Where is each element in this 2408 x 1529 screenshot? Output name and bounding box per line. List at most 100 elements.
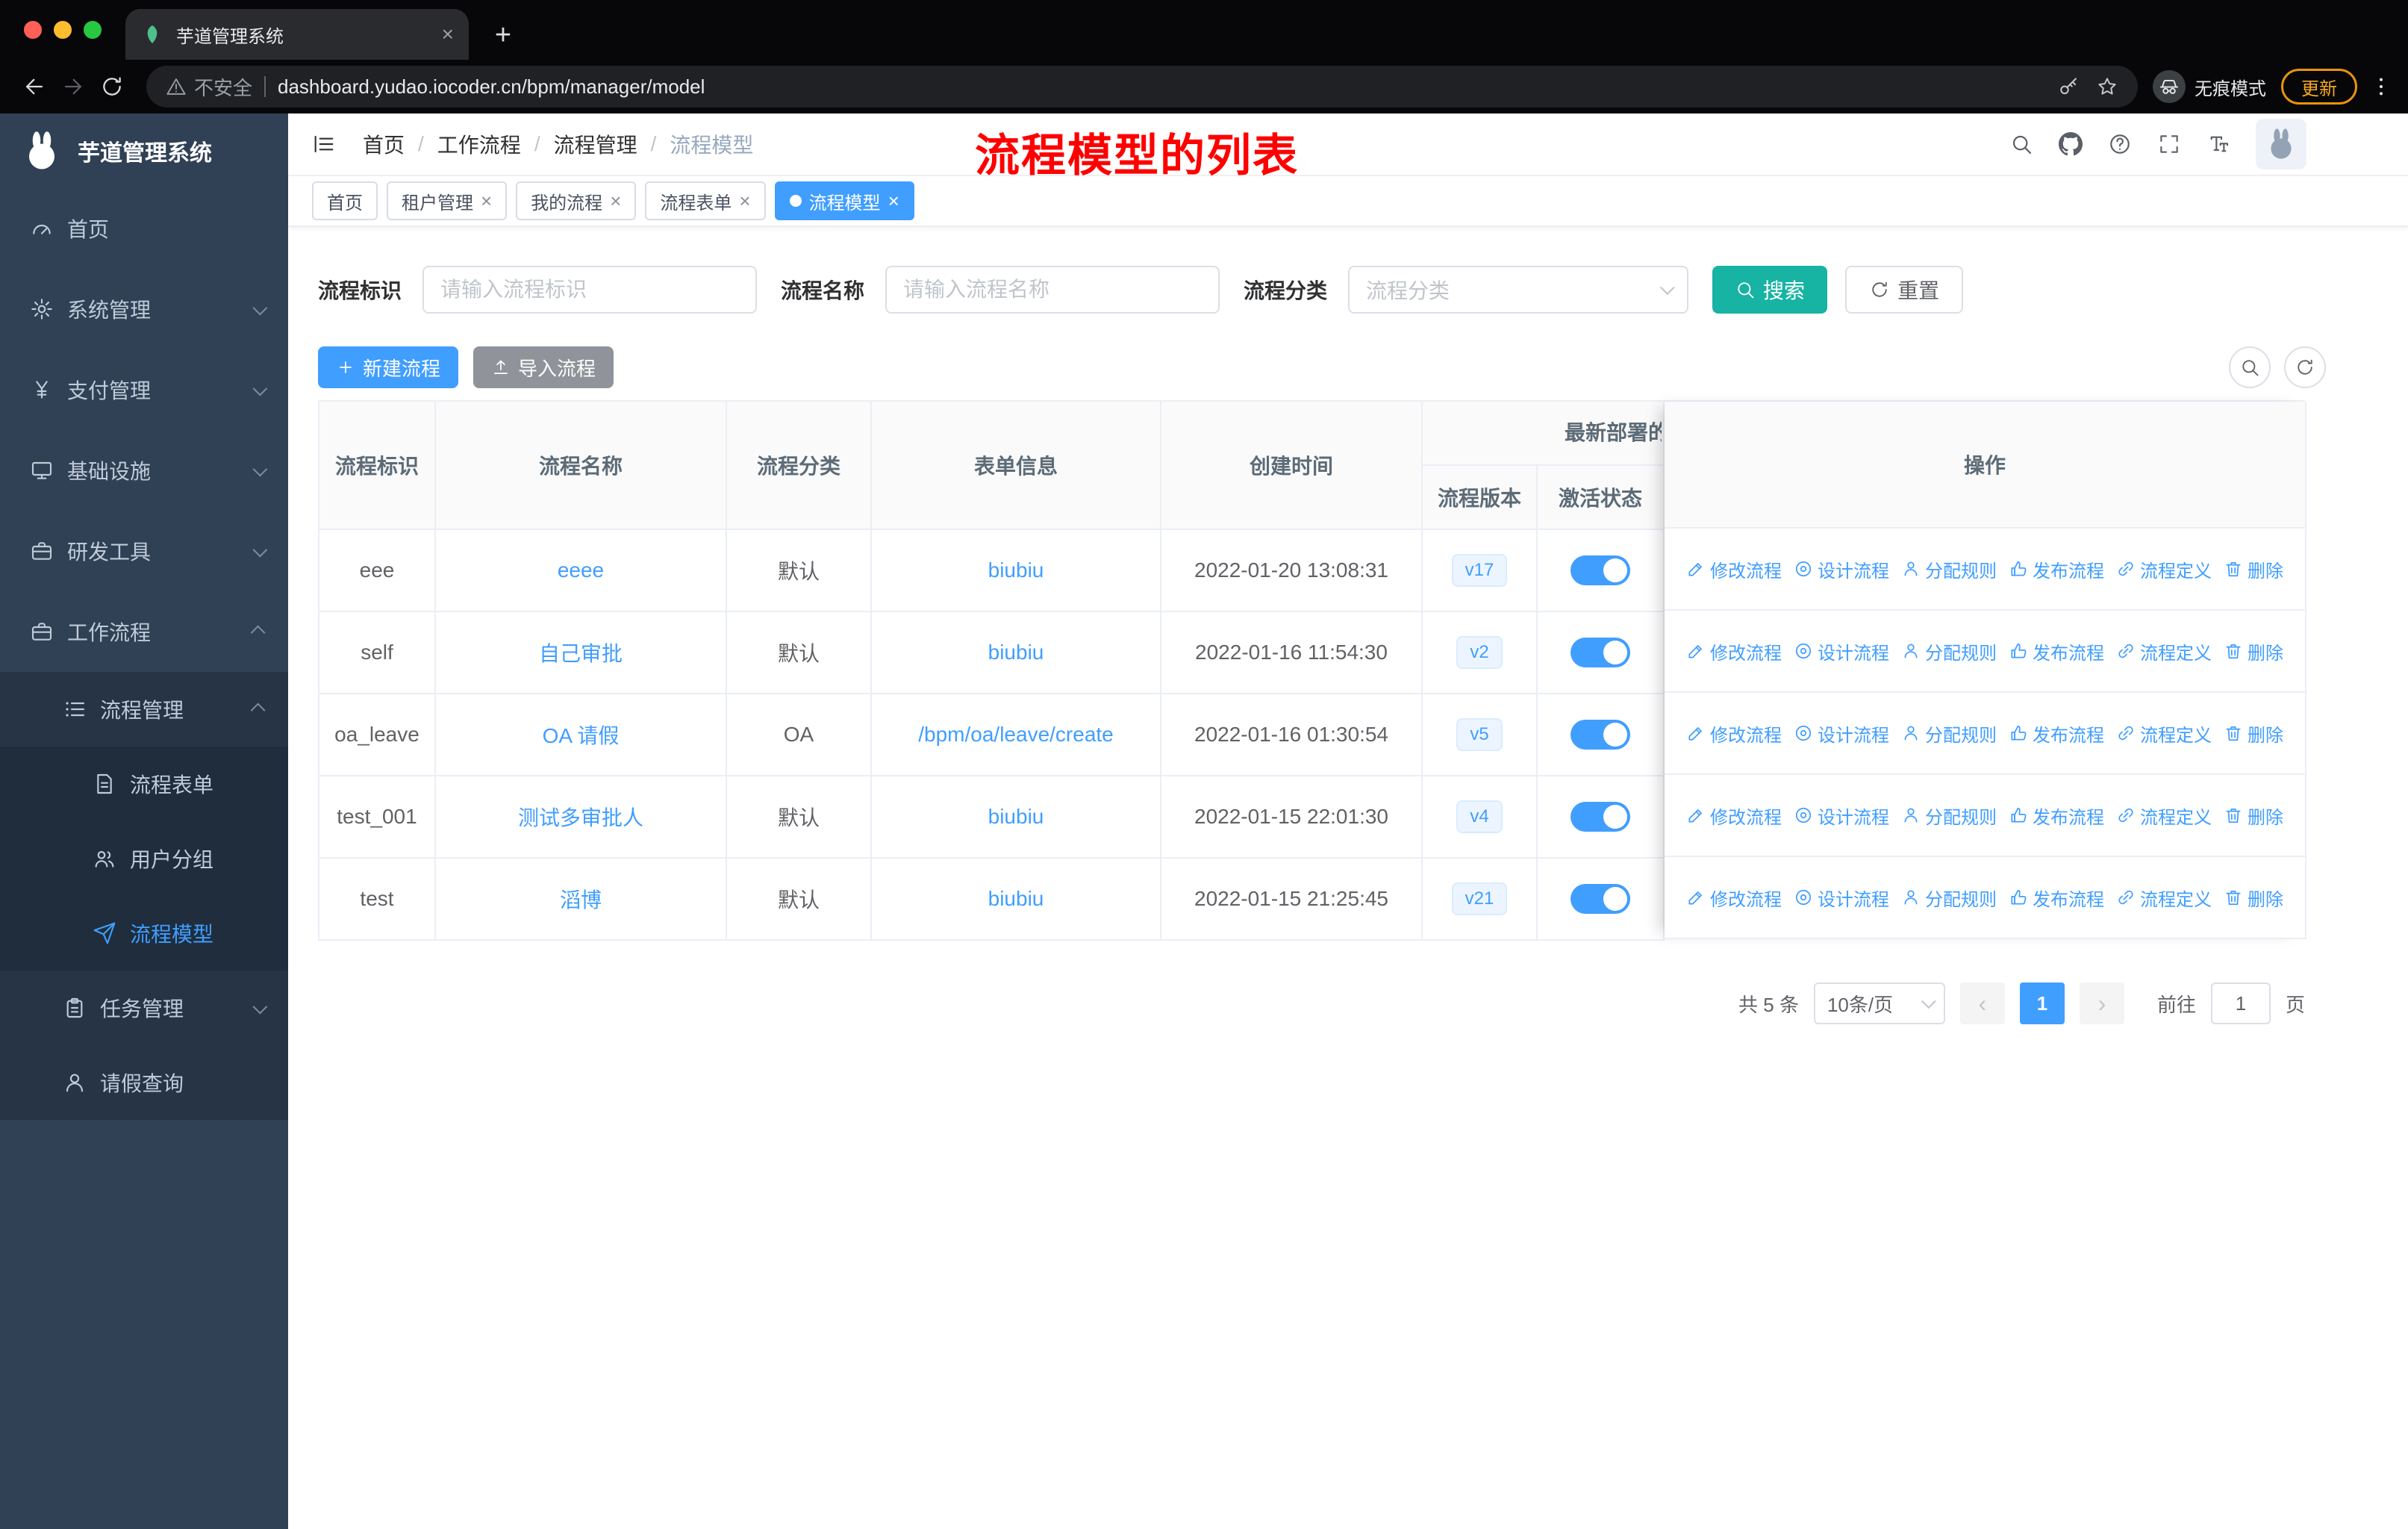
- address-bar[interactable]: 不安全 dashboard.yudao.iocoder.cn/bpm/manag…: [146, 66, 2138, 108]
- cell-form-info-link[interactable]: biubiu: [872, 612, 1161, 694]
- op-definition-link[interactable]: 流程定义: [2116, 885, 2212, 911]
- goto-page-input[interactable]: [2210, 983, 2271, 1024]
- breadcrumb-process-management[interactable]: 流程管理: [554, 129, 637, 159]
- cell-process-name-link[interactable]: 自己审批: [436, 612, 727, 694]
- op-modify-link[interactable]: 修改流程: [1686, 638, 1782, 664]
- op-publish-link[interactable]: 发布流程: [2009, 638, 2104, 664]
- breadcrumb-workflow[interactable]: 工作流程: [437, 129, 521, 159]
- bookmark-star-icon[interactable]: [2096, 75, 2118, 98]
- tag-my-process[interactable]: 我的流程 ×: [516, 181, 637, 220]
- cell-form-info-link[interactable]: biubiu: [872, 859, 1161, 941]
- show-search-button[interactable]: [2229, 346, 2271, 388]
- current-page-button[interactable]: 1: [2019, 983, 2065, 1024]
- sidebar-item-system[interactable]: 系统管理: [0, 269, 288, 349]
- new-tab-button[interactable]: +: [487, 21, 520, 49]
- import-process-button[interactable]: 导入流程: [473, 346, 614, 388]
- tag-process-model[interactable]: 流程模型 ×: [774, 181, 914, 220]
- op-assign-rule-link[interactable]: 分配规则: [1901, 803, 1997, 829]
- cell-form-info-link[interactable]: biubiu: [872, 530, 1161, 612]
- close-icon[interactable]: ×: [888, 191, 899, 211]
- op-design-link[interactable]: 设计流程: [1794, 720, 1889, 747]
- sidebar-item-leave-query[interactable]: 请假查询: [0, 1045, 288, 1120]
- sidebar-item-process-model[interactable]: 流程模型: [0, 896, 288, 971]
- status-toggle[interactable]: [1570, 555, 1630, 585]
- op-delete-link[interactable]: 删除: [2224, 720, 2283, 747]
- password-key-icon[interactable]: [2057, 75, 2080, 98]
- op-definition-link[interactable]: 流程定义: [2116, 720, 2212, 747]
- tag-tenant-management[interactable]: 租户管理 ×: [387, 181, 508, 220]
- op-design-link[interactable]: 设计流程: [1794, 638, 1889, 664]
- close-window-button[interactable]: [24, 21, 42, 39]
- help-icon[interactable]: [2108, 132, 2132, 156]
- op-modify-link[interactable]: 修改流程: [1686, 885, 1782, 911]
- op-publish-link[interactable]: 发布流程: [2009, 720, 2104, 747]
- process-category-select[interactable]: 流程分类: [1348, 266, 1689, 314]
- forward-icon[interactable]: [54, 67, 93, 106]
- sidebar-item-devtools[interactable]: 研发工具: [0, 511, 288, 591]
- sidebar-item-task-management[interactable]: 任务管理: [0, 971, 288, 1045]
- github-icon[interactable]: [2059, 132, 2083, 156]
- process-id-input[interactable]: [422, 266, 758, 314]
- op-design-link[interactable]: 设计流程: [1794, 885, 1889, 911]
- op-definition-link[interactable]: 流程定义: [2116, 803, 2212, 829]
- cell-form-info-link[interactable]: /bpm/oa/leave/create: [872, 694, 1161, 776]
- op-assign-rule-link[interactable]: 分配规则: [1901, 720, 1997, 747]
- create-process-button[interactable]: 新建流程: [318, 346, 459, 388]
- font-size-icon[interactable]: [2206, 132, 2230, 156]
- sidebar-item-infrastructure[interactable]: 基础设施: [0, 430, 288, 511]
- op-delete-link[interactable]: 删除: [2224, 803, 2283, 829]
- cell-process-name-link[interactable]: 测试多审批人: [436, 776, 727, 859]
- sidebar-item-workflow[interactable]: 工作流程: [0, 591, 288, 672]
- back-icon[interactable]: [15, 67, 54, 106]
- cell-process-name-link[interactable]: eeee: [436, 530, 727, 612]
- reload-icon[interactable]: [93, 67, 131, 106]
- browser-update-button[interactable]: 更新: [2281, 69, 2357, 105]
- sidebar-item-process-management[interactable]: 流程管理: [0, 672, 288, 747]
- op-delete-link[interactable]: 删除: [2224, 638, 2283, 664]
- op-publish-link[interactable]: 发布流程: [2009, 556, 2104, 582]
- prev-page-button[interactable]: ‹: [1959, 983, 2005, 1024]
- page-size-select[interactable]: 10条/页: [1813, 983, 1945, 1024]
- cell-form-info-link[interactable]: biubiu: [872, 776, 1161, 859]
- sidebar-collapse-icon[interactable]: [312, 132, 336, 156]
- refresh-table-button[interactable]: [2284, 346, 2326, 388]
- op-publish-link[interactable]: 发布流程: [2009, 803, 2104, 829]
- search-button[interactable]: 搜索: [1712, 266, 1828, 314]
- status-toggle[interactable]: [1570, 720, 1630, 750]
- op-modify-link[interactable]: 修改流程: [1686, 720, 1782, 747]
- op-delete-link[interactable]: 删除: [2224, 556, 2283, 582]
- fullscreen-icon[interactable]: [2157, 132, 2181, 156]
- op-assign-rule-link[interactable]: 分配规则: [1901, 885, 1997, 911]
- sidebar-item-payment[interactable]: 支付管理: [0, 349, 288, 430]
- url-text[interactable]: dashboard.yudao.iocoder.cn/bpm/manager/m…: [278, 75, 2045, 99]
- breadcrumb-home[interactable]: 首页: [363, 129, 405, 159]
- op-assign-rule-link[interactable]: 分配规则: [1901, 556, 1997, 582]
- browser-tab[interactable]: 芋道管理系统 ×: [125, 9, 469, 60]
- process-name-input[interactable]: [885, 266, 1220, 314]
- op-design-link[interactable]: 设计流程: [1794, 556, 1889, 582]
- macos-window-controls[interactable]: [24, 21, 102, 39]
- maximize-window-button[interactable]: [84, 21, 102, 39]
- op-modify-link[interactable]: 修改流程: [1686, 803, 1782, 829]
- op-design-link[interactable]: 设计流程: [1794, 803, 1889, 829]
- tab-close-icon[interactable]: ×: [442, 24, 454, 45]
- op-modify-link[interactable]: 修改流程: [1686, 556, 1782, 582]
- sidebar-item-process-form[interactable]: 流程表单: [0, 747, 288, 821]
- op-definition-link[interactable]: 流程定义: [2116, 638, 2212, 664]
- next-page-button[interactable]: ›: [2079, 983, 2124, 1024]
- security-status[interactable]: 不安全: [166, 73, 252, 101]
- cell-process-name-link[interactable]: 滔博: [436, 859, 727, 941]
- status-toggle[interactable]: [1570, 884, 1630, 914]
- close-icon[interactable]: ×: [481, 191, 492, 211]
- status-toggle[interactable]: [1570, 638, 1630, 667]
- cell-process-name-link[interactable]: OA 请假: [436, 694, 727, 776]
- sidebar-item-user-group[interactable]: 用户分组: [0, 821, 288, 896]
- user-avatar[interactable]: [2256, 119, 2306, 169]
- tag-home[interactable]: 首页: [312, 181, 378, 220]
- search-icon[interactable]: [2009, 132, 2033, 156]
- close-icon[interactable]: ×: [610, 191, 621, 211]
- reset-button[interactable]: 重置: [1845, 266, 1964, 314]
- op-definition-link[interactable]: 流程定义: [2116, 556, 2212, 582]
- op-publish-link[interactable]: 发布流程: [2009, 885, 2104, 911]
- op-delete-link[interactable]: 删除: [2224, 885, 2283, 911]
